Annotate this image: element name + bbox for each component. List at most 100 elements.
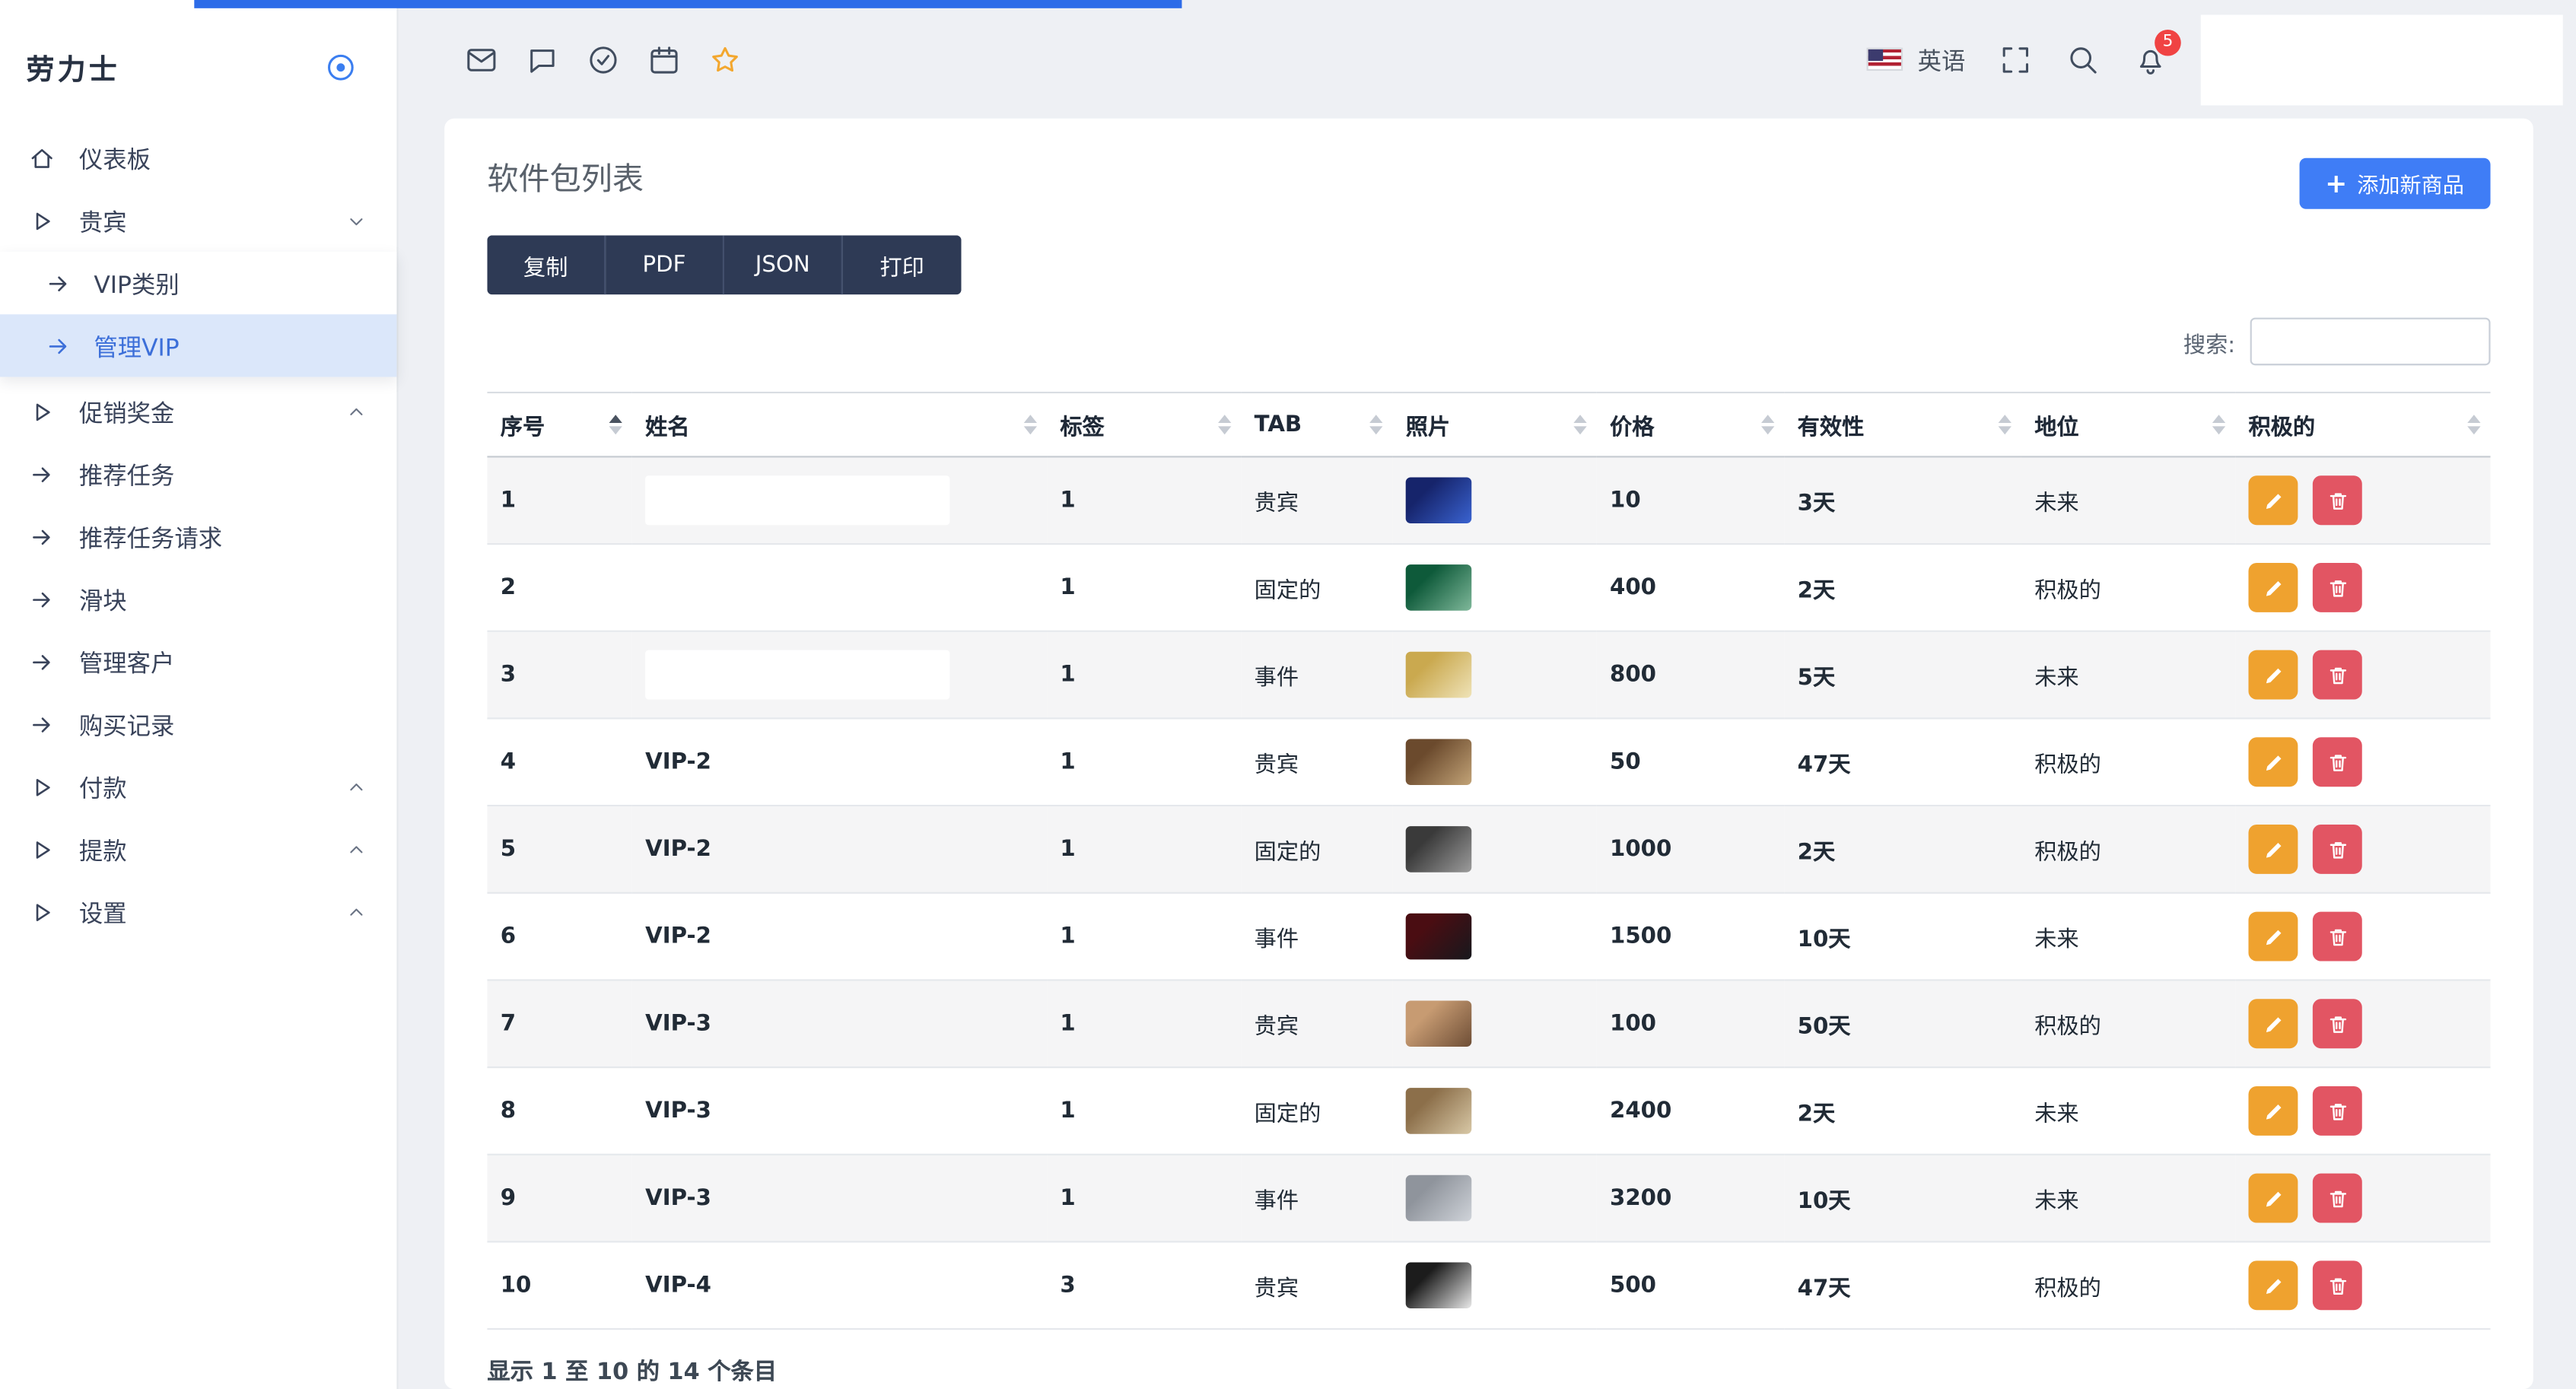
export-pdf-button[interactable]: PDF: [606, 235, 724, 294]
check-circle-icon[interactable]: [586, 42, 620, 76]
column-label: 姓名: [645, 415, 689, 441]
edit-button[interactable]: [2248, 737, 2298, 787]
cell-name: [632, 631, 1047, 719]
sidebar-header: 劳力士: [0, 0, 396, 120]
cell-label: 1: [1047, 1155, 1241, 1242]
sidebar-subitem-vip-categories[interactable]: VIP类别: [0, 252, 396, 314]
cell-actions: [2235, 1155, 2490, 1242]
cell-price: 2400: [1597, 1067, 1785, 1155]
cell-photo: [1392, 631, 1596, 719]
delete-button[interactable]: [2313, 999, 2362, 1048]
column-header-name[interactable]: 姓名: [632, 393, 1047, 456]
cell-actions: [2235, 980, 2490, 1067]
export-json-button[interactable]: JSON: [724, 235, 843, 294]
sidebar-item-settings[interactable]: 设置: [0, 881, 396, 943]
edit-button[interactable]: [2248, 912, 2298, 961]
export-print-button[interactable]: 打印: [843, 235, 962, 294]
notifications-bell-icon[interactable]: 5: [2133, 42, 2167, 76]
delete-button[interactable]: [2313, 1086, 2362, 1136]
column-header-active[interactable]: 积极的: [2235, 393, 2490, 456]
fullscreen-icon[interactable]: [1999, 42, 2033, 76]
cell-validity: 47天: [1784, 718, 2021, 806]
edit-button[interactable]: [2248, 563, 2298, 612]
search-input[interactable]: [2250, 318, 2491, 366]
sidebar-item-label: 促销奖金: [79, 394, 174, 428]
arrow-icon: [27, 646, 58, 677]
column-header-label[interactable]: 标签: [1047, 393, 1241, 456]
cell-price: 100: [1597, 980, 1785, 1067]
table-body: 11贵宾103天未来21固定的4002天积极的31事件8005天未来4VIP-2…: [487, 456, 2490, 1329]
delete-button[interactable]: [2313, 563, 2362, 612]
cell-label: 3: [1047, 1241, 1241, 1329]
cell-status: 未来: [2021, 1067, 2235, 1155]
delete-button[interactable]: [2313, 825, 2362, 874]
product-photo: [1406, 1262, 1472, 1308]
cell-validity: 50天: [1784, 980, 2021, 1067]
table-row: 7VIP-31贵宾10050天积极的: [487, 980, 2490, 1067]
language-label[interactable]: 英语: [1918, 42, 1966, 76]
column-header-photo[interactable]: 照片: [1392, 393, 1596, 456]
user-menu[interactable]: [2201, 14, 2563, 104]
edit-button[interactable]: [2248, 650, 2298, 700]
delete-button[interactable]: [2313, 650, 2362, 700]
column-header-tab[interactable]: TAB: [1241, 393, 1392, 456]
topbar-right: 英语 5: [1867, 14, 2576, 104]
sidebar-toggle-icon[interactable]: [324, 50, 357, 83]
cell-validity: 47天: [1784, 1241, 2021, 1329]
column-label: 照片: [1406, 415, 1450, 441]
sidebar-item-purchase-records[interactable]: 购买记录: [0, 693, 396, 755]
delete-button[interactable]: [2313, 1174, 2362, 1223]
export-copy-button[interactable]: 复制: [487, 235, 606, 294]
sidebar-item-payments[interactable]: 付款: [0, 755, 396, 818]
cell-name: [632, 544, 1047, 631]
content-card: 软件包列表 + 添加新商品 复制PDFJSON打印 搜索: 序号姓名标签TAB照…: [444, 119, 2533, 1389]
us-flag-icon[interactable]: [1867, 48, 1903, 71]
mail-icon[interactable]: [464, 42, 498, 76]
column-header-status[interactable]: 地位: [2021, 393, 2235, 456]
edit-button[interactable]: [2248, 1174, 2298, 1223]
delete-button[interactable]: [2313, 475, 2362, 525]
cell-label: 1: [1047, 631, 1241, 719]
search-icon[interactable]: [2066, 42, 2100, 76]
cell-actions: [2235, 631, 2490, 719]
sidebar-item-vip[interactable]: 贵宾: [0, 189, 396, 252]
add-product-button[interactable]: + 添加新商品: [2299, 158, 2491, 209]
cell-name: VIP-2: [632, 806, 1047, 893]
sidebar-item-dashboard[interactable]: 仪表板: [0, 127, 396, 189]
star-icon[interactable]: [708, 42, 742, 76]
sidebar-item-referral-task-requests[interactable]: 推荐任务请求: [0, 505, 396, 567]
cell-name: VIP-2: [632, 893, 1047, 981]
sidebar-subitem-manage-vip[interactable]: 管理VIP: [0, 314, 396, 377]
sidebar-subitem-label: 管理VIP: [94, 329, 179, 363]
chat-icon[interactable]: [525, 42, 559, 76]
export-button-group: 复制PDFJSON打印: [487, 235, 961, 294]
edit-button[interactable]: [2248, 999, 2298, 1048]
cell-status: 积极的: [2021, 544, 2235, 631]
cell-no: 7: [487, 980, 631, 1067]
edit-button[interactable]: [2248, 1260, 2298, 1310]
calendar-icon[interactable]: [647, 42, 681, 76]
cell-name: [632, 456, 1047, 544]
column-header-price[interactable]: 价格: [1597, 393, 1785, 456]
sort-carets-icon: [609, 415, 622, 434]
cell-actions: [2235, 893, 2490, 981]
sidebar-item-withdrawals[interactable]: 提款: [0, 818, 396, 880]
sidebar-item-label: 购买记录: [79, 707, 174, 741]
delete-button[interactable]: [2313, 737, 2362, 787]
edit-button[interactable]: [2248, 825, 2298, 874]
submenu-vip: VIP类别管理VIP: [0, 252, 396, 377]
play-icon: [27, 396, 58, 427]
column-header-no[interactable]: 序号: [487, 393, 631, 456]
sidebar-item-slider[interactable]: 滑块: [0, 567, 396, 630]
column-header-validity[interactable]: 有效性: [1784, 393, 2021, 456]
sidebar-item-promotion-bonus[interactable]: 促销奖金: [0, 380, 396, 443]
table-row: 5VIP-21固定的10002天积极的: [487, 806, 2490, 893]
cell-label: 1: [1047, 544, 1241, 631]
sidebar-item-referral-tasks[interactable]: 推荐任务: [0, 443, 396, 505]
edit-button[interactable]: [2248, 1086, 2298, 1136]
cell-actions: [2235, 1241, 2490, 1329]
delete-button[interactable]: [2313, 1260, 2362, 1310]
delete-button[interactable]: [2313, 912, 2362, 961]
sidebar-item-manage-customers[interactable]: 管理客户: [0, 631, 396, 693]
edit-button[interactable]: [2248, 475, 2298, 525]
